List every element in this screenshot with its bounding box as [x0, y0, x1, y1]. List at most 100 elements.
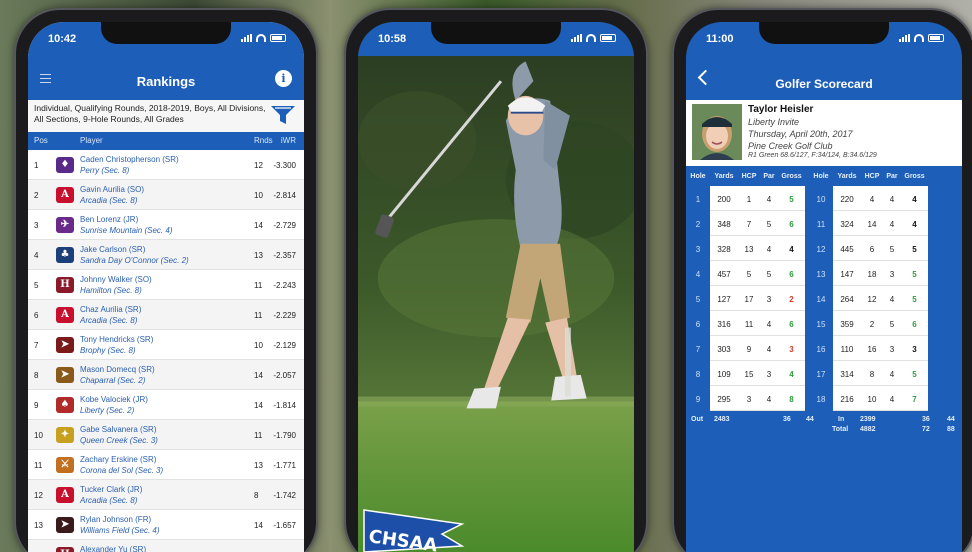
player-name[interactable]: Kobe Valociek (JR): [80, 395, 148, 404]
ranking-row[interactable]: 1 ♦ Caden Christopherson (SR) Perry (Sec. 8…: [28, 150, 304, 180]
scorecard-yards-cell: 295: [710, 386, 738, 411]
scorecard-row: 8 109 15 3 4 17 314 8 4 5: [686, 361, 962, 386]
player-school[interactable]: Hamilton (Sec. 8): [80, 286, 142, 295]
school-logo-icon: ➤: [56, 517, 74, 533]
player-school[interactable]: Sunrise Mountain (Sec. 4): [80, 226, 173, 235]
player-name[interactable]: Ben Lorenz (JR): [80, 215, 138, 224]
player-school[interactable]: Williams Field (Sec. 4): [80, 526, 160, 535]
player-school[interactable]: Queen Creek (Sec. 3): [80, 436, 158, 445]
player-name[interactable]: Tony Hendricks (SR): [80, 335, 153, 344]
scorecard-col-header: HCP: [741, 173, 757, 180]
ranking-row[interactable]: 11 ⚔ Zachary Erskine (SR) Corona del Sol (S…: [28, 450, 304, 480]
scorecard-row: 3 328 13 4 4 12 445 6 5 5: [686, 236, 962, 261]
scorecard-hole-cell: 5: [686, 286, 710, 311]
player-name[interactable]: Gavin Aurilia (SO): [80, 185, 144, 194]
player-name[interactable]: Zachary Erskine (SR): [80, 455, 156, 464]
scorecard-yards-cell: 303: [710, 336, 738, 361]
rounds-count: 14: [254, 521, 263, 530]
rank-position: 12: [34, 491, 43, 500]
iwr-value: -2.129: [273, 341, 296, 350]
ranking-row[interactable]: 13 ➤ Rylan Johnson (FR) Williams Field (Sec…: [28, 510, 304, 540]
scorecard-hole-cell: 4: [686, 261, 710, 286]
ranking-row[interactable]: 12 A Tucker Clark (JR) Arcadia (Sec. 8) 8 -1.…: [28, 480, 304, 510]
scorecard-par-cell: 5: [883, 236, 901, 261]
scorecard-gross-cell: 8: [778, 386, 805, 411]
ranking-row[interactable]: 5 H Johnny Walker (SO) Hamilton (Sec. 8) 11 -…: [28, 270, 304, 300]
iwr-value: -2.814: [273, 191, 296, 200]
iwr-value: -3.300: [273, 161, 296, 170]
player-school[interactable]: Arcadia (Sec. 8): [80, 316, 137, 325]
player-name[interactable]: Mason Domecq (SR): [80, 365, 155, 374]
col-pos[interactable]: Pos: [34, 136, 48, 145]
player-school[interactable]: Sandra Day O'Connor (Sec. 2): [80, 256, 189, 265]
scorecard-yards-cell: 457: [710, 261, 738, 286]
scorecard-col-header: Gross: [781, 173, 802, 180]
scorecard-hole-cell: 12: [809, 236, 833, 261]
player-name[interactable]: Gabe Salvanera (SR): [80, 425, 156, 434]
player-name[interactable]: Jake Carlson (SR): [80, 245, 145, 254]
scorecard-row: 9 295 3 4 8 18 216 10 4 7: [686, 386, 962, 411]
player-school[interactable]: Corona del Sol (Sec. 3): [80, 466, 163, 475]
ranking-row[interactable]: 4 ♣ Jake Carlson (SR) Sandra Day O'Connor (…: [28, 240, 304, 270]
iwr-value: -2.243: [273, 281, 296, 290]
scorecard-row: 2 348 7 5 6 11 324 14 4 4: [686, 211, 962, 236]
scorecard-hcp-cell: 2: [861, 311, 883, 336]
info-icon[interactable]: i: [275, 70, 292, 87]
player-name[interactable]: Caden Christopherson (SR): [80, 155, 179, 164]
scorecard-par-cell: 4: [760, 311, 778, 336]
rank-position: 1: [34, 161, 39, 170]
total-par: 72: [922, 426, 930, 433]
scorecard-gross-cell: 3: [901, 336, 928, 361]
player-name[interactable]: Alexander Yu (SR): [80, 545, 146, 552]
scorecard-gross-cell: 4: [778, 361, 805, 386]
filter-text: Individual, Qualifying Rounds, 2018-2019…: [34, 103, 266, 124]
player-school[interactable]: Liberty (Sec. 2): [80, 406, 134, 415]
player-school[interactable]: Brophy (Sec. 8): [80, 346, 136, 355]
scorecard-yards-cell: 220: [833, 186, 861, 211]
school-logo-icon: ♣: [56, 247, 74, 263]
col-rnds[interactable]: Rnds: [254, 136, 273, 145]
scorecard-hole-cell: 9: [686, 386, 710, 411]
player-school[interactable]: Arcadia (Sec. 8): [80, 196, 137, 205]
player-name[interactable]: Chaz Aurilia (SR): [80, 305, 141, 314]
funnel-icon[interactable]: [270, 103, 296, 127]
ranking-row[interactable]: 10 ✦ Gabe Salvanera (SR) Queen Creek (Sec. …: [28, 420, 304, 450]
rank-position: 13: [34, 521, 43, 530]
scorecard-gross-cell: 6: [778, 261, 805, 286]
in-yards: 2399: [860, 416, 876, 423]
col-player[interactable]: Player: [80, 136, 103, 145]
ranking-row[interactable]: 8 ➤ Mason Domecq (SR) Chaparral (Sec. 2) 14 -…: [28, 360, 304, 390]
ranking-row[interactable]: 3 ✈ Ben Lorenz (JR) Sunrise Mountain (Sec. …: [28, 210, 304, 240]
player-school[interactable]: Chaparral (Sec. 2): [80, 376, 145, 385]
col-iwr[interactable]: iWR: [281, 136, 296, 145]
ranking-row[interactable]: 14HAlexander Yu (SR)Hamilton (Sec. 8)11-…: [28, 540, 304, 552]
tee-ratings: R1 Green 68.6/127, F:34/124, B:34.6/129: [748, 152, 877, 159]
rounds-count: 13: [254, 251, 263, 260]
school-logo-icon: ♠: [56, 397, 74, 413]
filter-summary[interactable]: Individual, Qualifying Rounds, 2018-2019…: [28, 100, 304, 132]
notch: [101, 22, 231, 44]
rounds-count: 11: [254, 431, 263, 440]
player-name[interactable]: Johnny Walker (SO): [80, 275, 152, 284]
player-name[interactable]: Rylan Johnson (FR): [80, 515, 151, 524]
scorecard-hcp-cell: 6: [861, 236, 883, 261]
scorecard-gross-cell: 5: [901, 236, 928, 261]
column-header: Pos Player Rnds iWR: [28, 132, 304, 150]
scorecard-par-cell: 3: [760, 286, 778, 311]
scorecard-gross-cell: 6: [778, 211, 805, 236]
scorecard-yards-cell: 110: [833, 336, 861, 361]
ranking-row[interactable]: 6 A Chaz Aurilia (SR) Arcadia (Sec. 8) 11 -2.…: [28, 300, 304, 330]
rank-position: 3: [34, 221, 39, 230]
scorecard-hole-cell: 17: [809, 361, 833, 386]
ranking-row[interactable]: 7 ➤ Tony Hendricks (SR) Brophy (Sec. 8) 10 -2…: [28, 330, 304, 360]
rank-position: 2: [34, 191, 39, 200]
school-logo-icon: ✈: [56, 217, 74, 233]
ranking-row[interactable]: 2 A Gavin Aurilia (SO) Arcadia (Sec. 8) 10 -2…: [28, 180, 304, 210]
player-school[interactable]: Perry (Sec. 8): [80, 166, 129, 175]
scorecard-hole-cell: 14: [809, 286, 833, 311]
scorecard-hcp-cell: 8: [861, 361, 883, 386]
ranking-row[interactable]: 9 ♠ Kobe Valociek (JR) Liberty (Sec. 2) 14 -1…: [28, 390, 304, 420]
player-school[interactable]: Arcadia (Sec. 8): [80, 496, 137, 505]
school-logo-icon: H: [56, 277, 74, 293]
player-name[interactable]: Tucker Clark (JR): [80, 485, 142, 494]
